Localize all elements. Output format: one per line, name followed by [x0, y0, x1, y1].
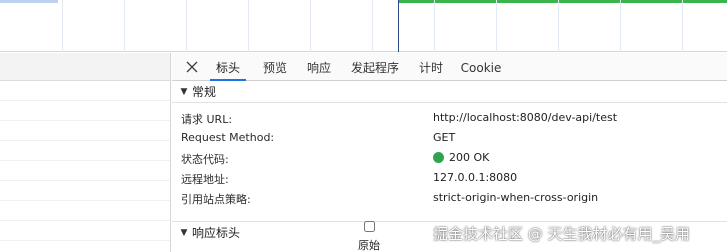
raw-checkbox[interactable] — [363, 221, 375, 232]
timeline-marker — [398, 0, 399, 52]
header-row-request-method: Request Method: GET — [172, 128, 727, 148]
header-key: 远程地址: — [181, 173, 229, 186]
close-details-button[interactable] — [182, 57, 202, 77]
header-value[interactable]: 127.0.0.1:8080 — [433, 171, 517, 184]
expand-triangle-icon: ▼ — [180, 227, 188, 238]
raw-label: 原始 — [358, 239, 380, 252]
close-icon — [186, 61, 198, 73]
timeline-gridline — [124, 0, 125, 52]
details-tabbar: 标头 预览 响应 发起程序 计时 Cookie — [172, 53, 727, 81]
timeline-gridline — [372, 0, 373, 52]
tab-headers[interactable]: 标头 — [210, 53, 246, 81]
tab-response[interactable]: 响应 — [302, 53, 336, 81]
status-ok-icon — [433, 152, 444, 163]
general-section-title: 常规 — [192, 85, 217, 99]
request-list-header — [0, 53, 170, 81]
tab-cookies[interactable]: Cookie — [458, 53, 504, 81]
list-item[interactable] — [0, 181, 170, 201]
timeline-gridline — [682, 0, 683, 52]
raw-toggle[interactable]: 原始 — [349, 219, 389, 252]
timeline-gridline — [310, 0, 311, 52]
waterfall-timeline — [0, 0, 727, 52]
list-item[interactable] — [0, 161, 170, 181]
list-item[interactable] — [0, 201, 170, 221]
list-item[interactable] — [0, 121, 170, 141]
general-section-header[interactable]: ▼ 常规 — [172, 81, 727, 103]
tab-initiator[interactable]: 发起程序 — [346, 53, 404, 81]
header-row-status-code: 状态代码: 200 OK — [172, 148, 727, 168]
list-item[interactable] — [0, 141, 170, 161]
header-value[interactable]: http://localhost:8080/dev-api/test — [433, 111, 617, 124]
timeline-gridline — [248, 0, 249, 52]
timeline-gridline — [434, 0, 435, 52]
list-item[interactable] — [0, 81, 170, 101]
status-text: 200 OK — [449, 151, 490, 164]
timeline-gridline — [62, 0, 63, 52]
header-row-remote-address: 远程地址: 127.0.0.1:8080 — [172, 168, 727, 188]
timeline-bar-request — [0, 0, 58, 3]
status-value[interactable]: 200 OK — [433, 151, 489, 164]
header-key: 引用站点策略: — [181, 193, 251, 206]
header-key: Request Method: — [181, 131, 275, 144]
timeline-gridline — [620, 0, 621, 52]
header-key: 请求 URL: — [181, 113, 233, 126]
header-row-request-url: 请求 URL: http://localhost:8080/dev-api/te… — [172, 108, 727, 128]
header-key: 状态代码: — [181, 153, 229, 166]
timeline-gridline — [496, 0, 497, 52]
list-item[interactable] — [0, 221, 170, 241]
response-headers-title: 响应标头 — [192, 226, 241, 240]
expand-triangle-icon: ▼ — [180, 86, 188, 97]
timeline-bar-response — [399, 0, 727, 3]
header-value[interactable]: GET — [433, 131, 455, 144]
tab-timing[interactable]: 计时 — [414, 53, 448, 81]
timeline-gridline — [186, 0, 187, 52]
header-row-referrer-policy: 引用站点策略: strict-origin-when-cross-origin — [172, 188, 727, 208]
header-value[interactable]: strict-origin-when-cross-origin — [433, 191, 598, 204]
tab-preview[interactable]: 预览 — [258, 53, 292, 81]
list-item[interactable] — [0, 101, 170, 121]
request-list[interactable] — [0, 53, 171, 252]
timeline-gridline — [558, 0, 559, 52]
watermark: 掘金技术社区 @ 天生我材必有用_吴用 — [433, 225, 691, 243]
